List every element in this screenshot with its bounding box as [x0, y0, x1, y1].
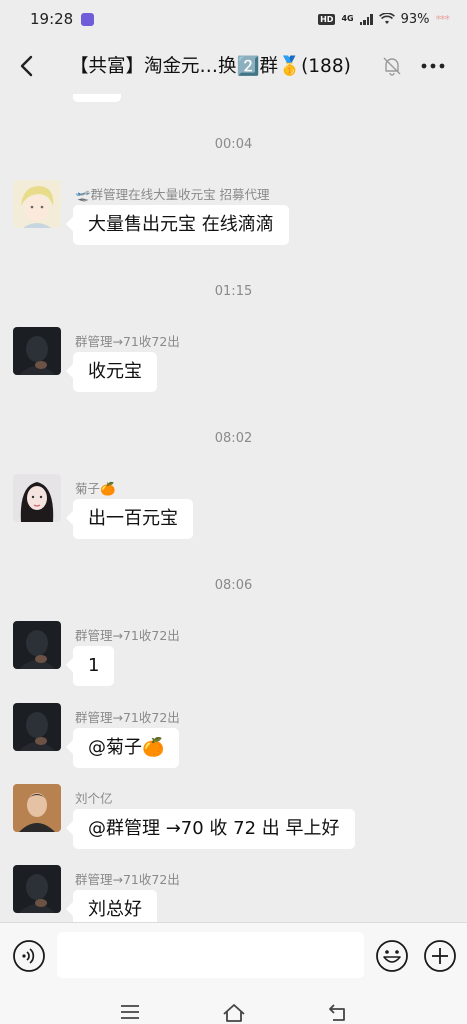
- dark-avatar[interactable]: [13, 327, 61, 375]
- sender-name: 群管理→71收72出: [75, 334, 180, 349]
- woman-avatar[interactable]: [13, 474, 61, 522]
- back-nav-icon[interactable]: [327, 1002, 349, 1022]
- dark-avatar[interactable]: [13, 703, 61, 751]
- message-bubble[interactable]: 收元宝: [73, 352, 157, 392]
- status-icons: HD 4G 93% ***: [318, 11, 450, 27]
- sender-name: 菊子🍊: [75, 481, 116, 496]
- message-bubble[interactable]: 出一百元宝: [73, 499, 193, 539]
- battery-icon: ***: [435, 12, 450, 26]
- battery-level: 93%: [400, 11, 430, 27]
- status-bar: 19:28 HD 4G 93% ***: [0, 0, 467, 38]
- menu-icon[interactable]: [119, 1002, 141, 1022]
- app-notification-icon: [81, 12, 95, 26]
- more-options-icon[interactable]: [418, 54, 448, 78]
- home-icon[interactable]: [222, 1002, 246, 1022]
- signal-icon: [359, 13, 373, 25]
- sender-name: 群管理→71收72出: [75, 628, 180, 643]
- back-icon[interactable]: [14, 50, 42, 82]
- message-input[interactable]: [57, 932, 364, 978]
- man-avatar[interactable]: [13, 784, 61, 832]
- emoji-icon[interactable]: [375, 939, 409, 973]
- system-nav-bar: [0, 988, 467, 1024]
- time-separator: 00:04: [214, 137, 253, 152]
- hd-badge: HD: [318, 13, 336, 25]
- time-separator: 08:02: [214, 431, 253, 446]
- sender-name: 刘个亿: [75, 791, 113, 806]
- voice-icon[interactable]: [12, 939, 46, 973]
- mute-bell-icon: [383, 57, 401, 76]
- cartoon-avatar[interactable]: [13, 180, 61, 228]
- message-bubble[interactable]: @群管理 →70 收 72 出 早上好: [73, 809, 355, 849]
- plus-icon[interactable]: [423, 939, 457, 973]
- message-bubble[interactable]: 1: [73, 646, 115, 686]
- dark-avatar[interactable]: [13, 621, 61, 669]
- time-separator: 01:15: [214, 284, 253, 299]
- chat-title: 【共富】淘金元…换2️⃣群🥇(188): [70, 56, 351, 77]
- message-bubble[interactable]: 大量售出元宝 在线滴滴: [73, 205, 289, 245]
- status-time: 19:28: [30, 10, 74, 28]
- wifi-icon: [378, 13, 395, 24]
- message-bubble[interactable]: 刘总好: [73, 890, 157, 922]
- sender-name: 群管理→71收72出: [75, 710, 180, 725]
- time-separator: 08:06: [214, 578, 253, 593]
- message-bubble[interactable]: @菊子🍊: [73, 728, 180, 768]
- network-type: 4G: [341, 14, 354, 23]
- chat-messages[interactable]: 00:04 🛫群管理在线大量收元宝 招募代理 大量售出元宝 在线滴滴 01:15…: [0, 94, 467, 922]
- sender-name: 🛫群管理在线大量收元宝 招募代理: [75, 187, 270, 202]
- dark-avatar[interactable]: [13, 865, 61, 913]
- message-bubble-partial[interactable]: [73, 94, 121, 102]
- input-bar: [0, 922, 467, 988]
- chat-header: 【共富】淘金元…换2️⃣群🥇(188): [0, 38, 467, 94]
- sender-name: 群管理→71收72出: [75, 872, 180, 887]
